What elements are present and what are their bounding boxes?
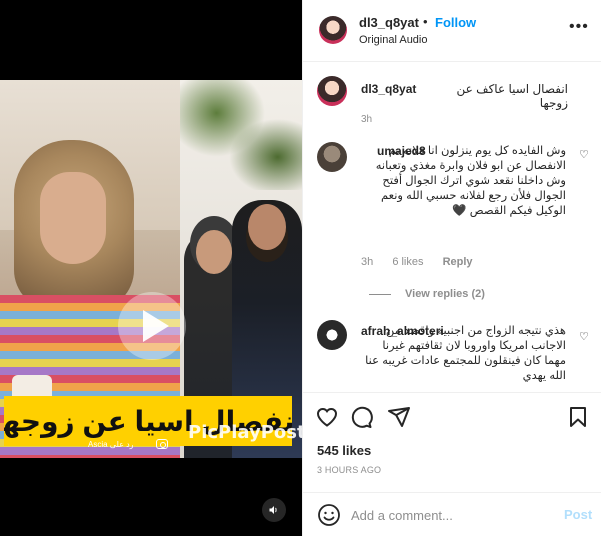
camera-icon bbox=[156, 439, 168, 449]
paper-plane-icon[interactable] bbox=[387, 405, 411, 429]
comment-text: هذي نتيجه الزواج من اجنبيه واقصد من الاج… bbox=[365, 325, 566, 382]
ellipsis-icon[interactable]: ••• bbox=[569, 19, 589, 35]
divider bbox=[369, 293, 391, 295]
reply-button[interactable]: Reply bbox=[443, 256, 473, 268]
post-button[interactable]: Post bbox=[564, 507, 592, 522]
add-comment-bar: Post bbox=[303, 492, 601, 536]
smiley-icon[interactable] bbox=[317, 503, 341, 527]
list-item: afrah_almoteri هذي نتيجه الزواج من اجنبي… bbox=[303, 320, 601, 392]
post-header: dl3_q8yat • Follow Original Audio ••• bbox=[303, 0, 601, 62]
avatar[interactable] bbox=[319, 16, 347, 44]
comment-time: 3h bbox=[361, 256, 374, 268]
comment-meta: 3h 6 likes Reply bbox=[361, 256, 489, 268]
comment-input[interactable] bbox=[351, 503, 541, 527]
caption-text: انفصال اسيا عاكف عن زوجها bbox=[456, 82, 568, 110]
audio-label[interactable]: Original Audio bbox=[359, 34, 428, 46]
audio-toggle-button[interactable] bbox=[262, 498, 286, 522]
view-replies-label: View replies (2) bbox=[405, 288, 485, 300]
comment-icon[interactable] bbox=[349, 405, 373, 429]
comments-list[interactable]: dl3_q8yat انفصال اسيا عاكف عن زوجها 3h u… bbox=[303, 62, 601, 392]
caption-time: 3h bbox=[361, 114, 373, 125]
play-icon bbox=[142, 310, 169, 342]
video-frame[interactable]: انفصال اسيا عن زوجها رد على Ascia PicPla… bbox=[0, 80, 302, 458]
bookmark-icon[interactable] bbox=[566, 405, 590, 429]
video-credit-text: رد على Ascia bbox=[88, 440, 134, 449]
view-replies-button[interactable]: View replies (2) bbox=[369, 288, 485, 300]
video-watermark: PicPlayPost bbox=[188, 422, 302, 443]
post-caption: dl3_q8yat انفصال اسيا عاكف عن زوجها 3h bbox=[303, 76, 601, 126]
heart-icon[interactable]: ♡ bbox=[579, 150, 589, 161]
post-timestamp[interactable]: 3 HOURS AGO bbox=[317, 465, 381, 475]
heart-icon[interactable] bbox=[315, 405, 339, 429]
avatar[interactable] bbox=[317, 142, 347, 172]
follow-button[interactable]: Follow bbox=[435, 15, 476, 30]
play-button[interactable] bbox=[118, 292, 186, 360]
comment-text: وش الفايده كل يوم ينزلون انا فلانه تم ال… bbox=[375, 145, 566, 217]
list-item: umajed8 وش الفايده كل يوم ينزلون انا فلا… bbox=[303, 142, 601, 302]
post-username[interactable]: dl3_q8yat bbox=[359, 15, 419, 30]
likes-count[interactable]: 545 likes bbox=[317, 443, 371, 458]
comment-likes[interactable]: 6 likes bbox=[392, 256, 423, 268]
caption-username[interactable]: dl3_q8yat bbox=[361, 82, 416, 96]
post-media[interactable]: انفصال اسيا عن زوجها رد على Ascia PicPla… bbox=[0, 0, 302, 536]
avatar[interactable] bbox=[317, 320, 347, 350]
separator-dot: • bbox=[423, 14, 428, 29]
avatar[interactable] bbox=[317, 76, 347, 106]
post-sidebar: dl3_q8yat • Follow Original Audio ••• dl… bbox=[302, 0, 601, 536]
speaker-icon bbox=[269, 506, 277, 514]
heart-icon[interactable]: ♡ bbox=[579, 332, 589, 343]
